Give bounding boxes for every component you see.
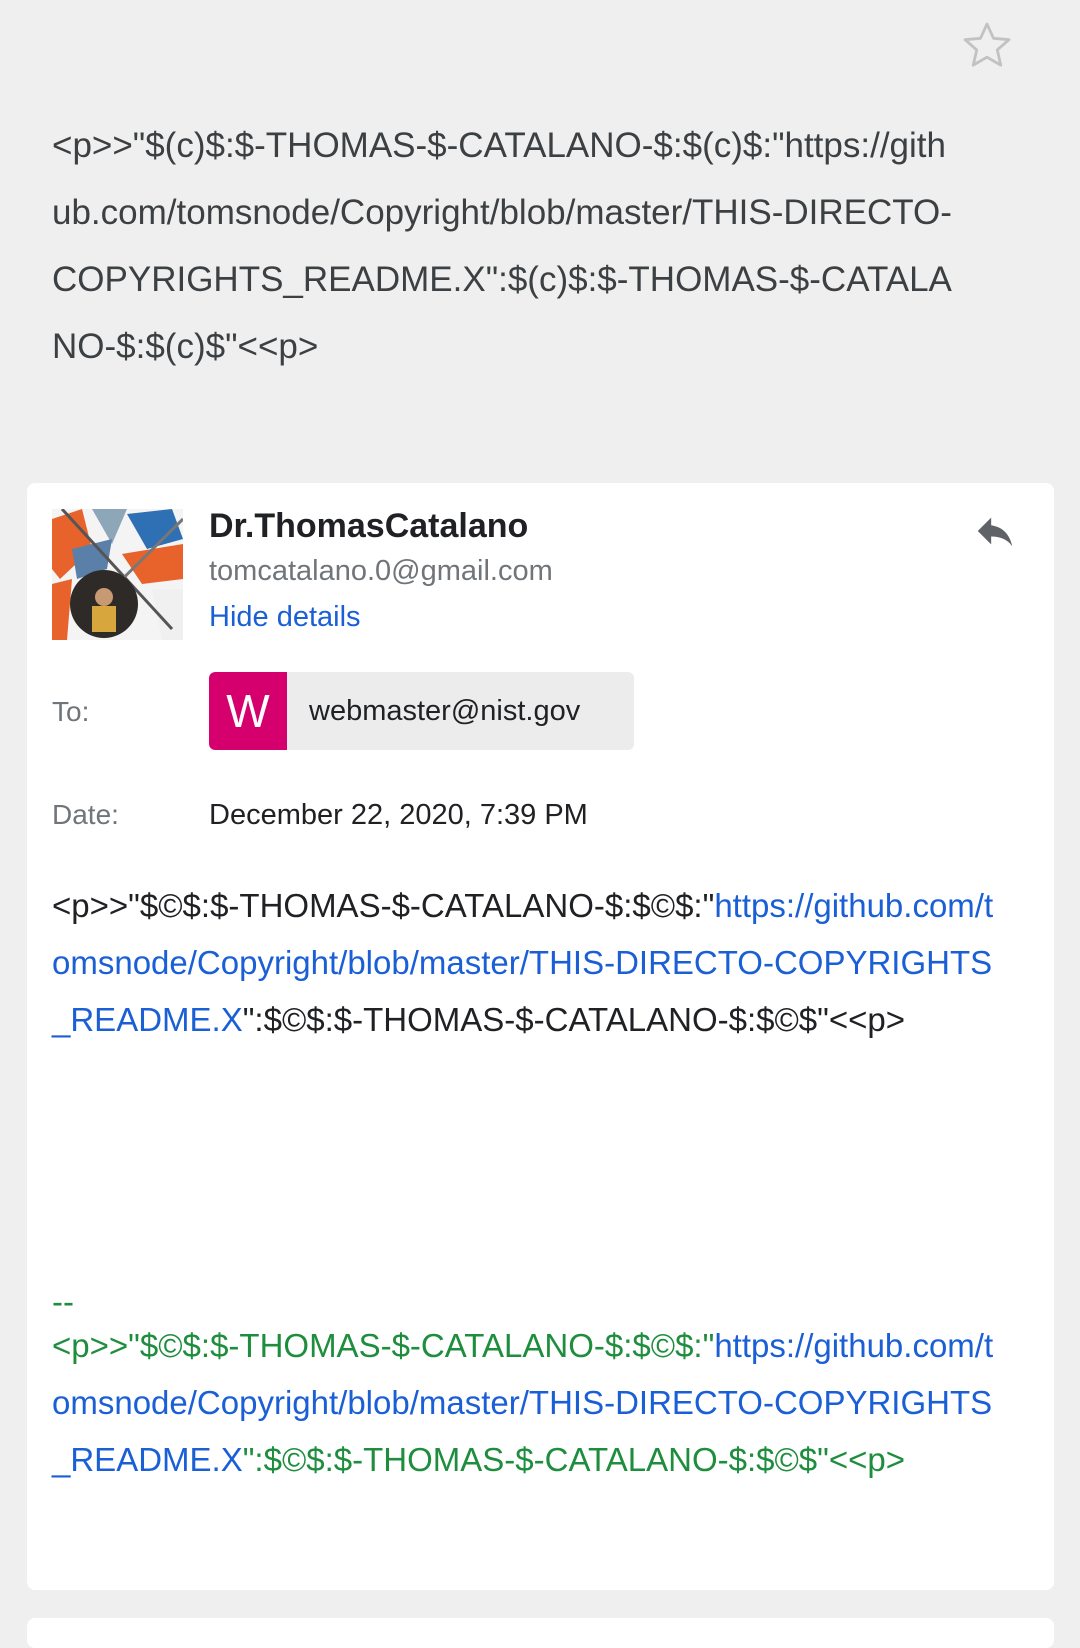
reply-button[interactable] [963,503,1027,559]
to-label: To: [52,696,90,727]
body-prefix: <p>>"$©$:$-THOMAS-$-CATALANO-$:$©$:" [52,887,715,924]
signature-suffix: ":$©$:$-THOMAS-$-CATALANO-$:$©$"<<p> [242,1441,906,1478]
sender-avatar-image [52,509,183,640]
star-button[interactable] [955,16,1019,76]
recipient-avatar: W [209,672,287,750]
sender-avatar[interactable] [52,509,183,640]
body-suffix: ":$©$:$-THOMAS-$-CATALANO-$:$©$"<<p> [242,1001,906,1038]
sender-email: tomcatalano.0@gmail.com [209,555,553,587]
message-card: Dr.ThomasCatalano tomcatalano.0@gmail.co… [27,483,1054,1590]
next-message-card[interactable] [27,1618,1054,1648]
sender-name[interactable]: Dr.ThomasCatalano [209,507,528,546]
reply-icon [977,517,1013,547]
recipient-email: webmaster@nist.gov [309,694,581,727]
email-subject: <p>>"$(c)$:$-THOMAS-$-CATALANO-$:$(c)$:"… [52,126,952,366]
recipient-chip[interactable]: W webmaster@nist.gov [209,672,634,750]
message-body: <p>>"$©$:$-THOMAS-$-CATALANO-$:$©$:"http… [52,877,997,1048]
signature-prefix: <p>>"$©$:$-THOMAS-$-CATALANO-$:$©$:" [52,1327,715,1364]
date-label: Date: [52,799,119,830]
star-outline-icon [963,22,1011,67]
hide-details-link[interactable]: Hide details [209,601,361,634]
date-value: December 22, 2020, 7:39 PM [209,799,588,831]
signature: <p>>"$©$:$-THOMAS-$-CATALANO-$:$©$:"http… [52,1317,997,1488]
